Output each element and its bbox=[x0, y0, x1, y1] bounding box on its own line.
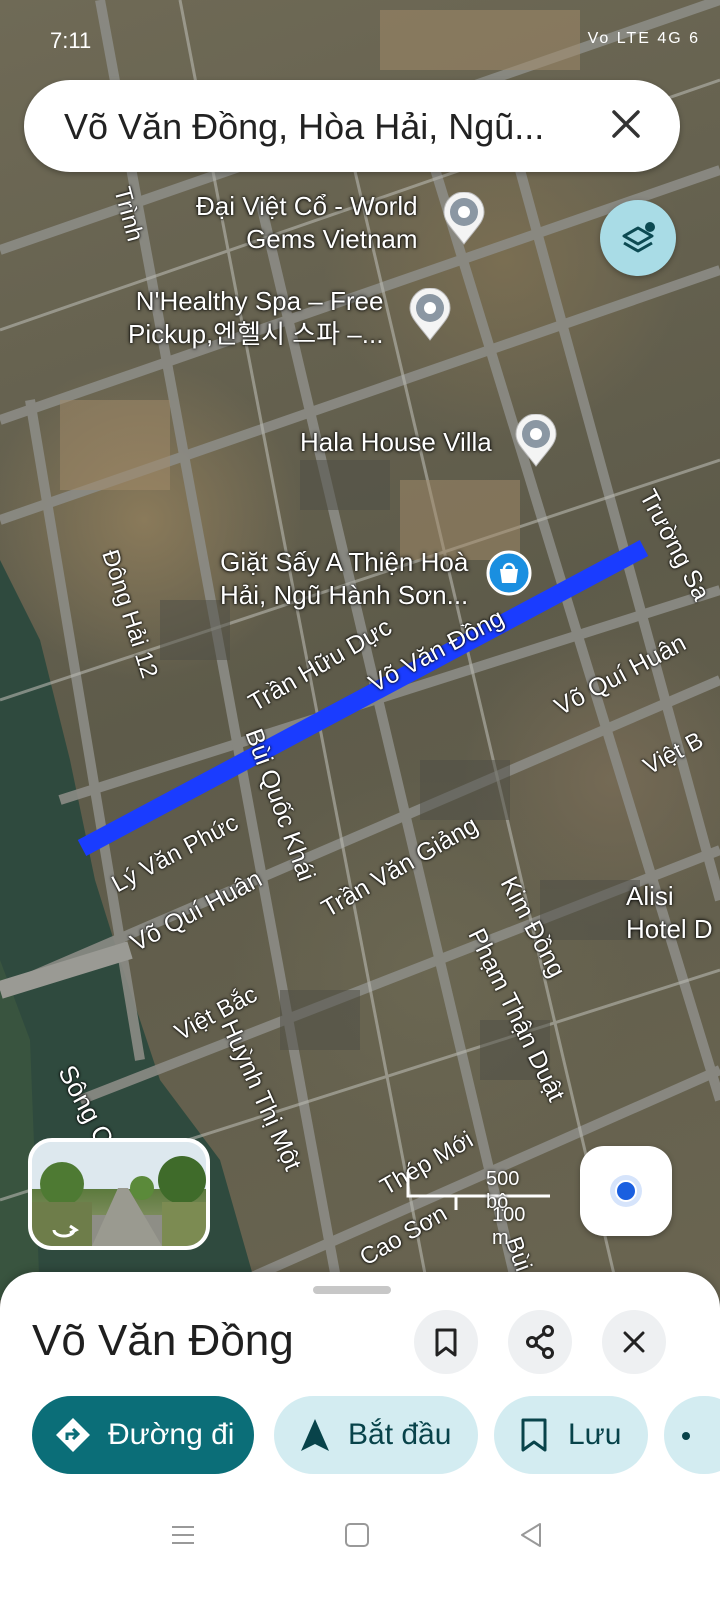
status-bar: 7:11 Vo LTE 4G 6 bbox=[0, 22, 720, 62]
menu-icon[interactable] bbox=[168, 1520, 198, 1550]
close-sheet-button[interactable] bbox=[602, 1310, 666, 1374]
directions-button[interactable]: Đường đi bbox=[32, 1396, 254, 1474]
navigation-arrow-icon bbox=[301, 1419, 329, 1451]
drag-handle[interactable] bbox=[313, 1286, 391, 1294]
poi-label-hala-house[interactable]: Hala House Villa bbox=[300, 426, 492, 459]
place-title: Võ Văn Đồng bbox=[32, 1316, 294, 1365]
layers-button[interactable] bbox=[600, 200, 676, 276]
poi-label-hotel: Alisi Hotel D bbox=[626, 881, 713, 944]
poi-label-giat-say[interactable]: Giặt Sấy A Thiện Hoà Hải, Ngũ Hành Sơn..… bbox=[220, 546, 468, 611]
status-time: 7:11 bbox=[50, 28, 92, 53]
map-pin-icon[interactable] bbox=[408, 288, 452, 342]
street-view-image bbox=[32, 1142, 206, 1246]
system-navigation-bar bbox=[0, 1480, 720, 1604]
map-view[interactable]: Trình Trường Sa Võ Văn Đồng Trần Hữu Dực… bbox=[0, 0, 720, 1300]
layers-icon bbox=[622, 222, 655, 253]
directions-label: Đường đi bbox=[108, 1418, 235, 1451]
more-actions-button[interactable] bbox=[664, 1396, 720, 1474]
save-button[interactable]: Lưu bbox=[494, 1396, 648, 1474]
search-query[interactable]: Võ Văn Đồng, Hòa Hải, Ngũ... bbox=[64, 106, 584, 148]
start-label: Bắt đầu bbox=[348, 1418, 452, 1451]
search-bar[interactable]: Võ Văn Đồng, Hòa Hải, Ngũ... bbox=[24, 80, 680, 172]
map-pin-icon[interactable] bbox=[514, 414, 558, 468]
back-icon[interactable] bbox=[516, 1520, 546, 1550]
share-icon bbox=[682, 1432, 690, 1440]
start-button[interactable]: Bắt đầu bbox=[274, 1396, 478, 1474]
scale-bar-lines bbox=[406, 1172, 550, 1210]
bookmark-button[interactable] bbox=[414, 1310, 478, 1374]
share-icon bbox=[526, 1325, 554, 1359]
shopping-bag-icon[interactable] bbox=[486, 550, 532, 596]
my-location-button[interactable] bbox=[580, 1146, 672, 1236]
street-view-thumbnail[interactable] bbox=[28, 1138, 210, 1250]
bookmark-icon bbox=[521, 1418, 547, 1452]
map-pin-icon[interactable] bbox=[442, 192, 486, 246]
status-indicators: Vo LTE 4G 6 bbox=[587, 30, 700, 47]
bookmark-icon bbox=[435, 1328, 457, 1357]
my-location-icon bbox=[610, 1175, 642, 1207]
poi-label-dai-viet-co[interactable]: Đại Việt Cổ - World Gems Vietnam bbox=[196, 190, 418, 255]
close-icon bbox=[623, 1331, 645, 1353]
directions-icon bbox=[56, 1418, 90, 1452]
save-label: Lưu bbox=[568, 1418, 622, 1451]
poi-label-nhealthy-spa[interactable]: N'Healthy Spa – Free Pickup,엔헬시 스파 –... bbox=[128, 285, 383, 350]
scale-metric: 100 m bbox=[492, 1204, 526, 1249]
share-button[interactable] bbox=[508, 1310, 572, 1374]
close-icon[interactable] bbox=[600, 98, 652, 150]
home-icon[interactable] bbox=[342, 1520, 372, 1550]
